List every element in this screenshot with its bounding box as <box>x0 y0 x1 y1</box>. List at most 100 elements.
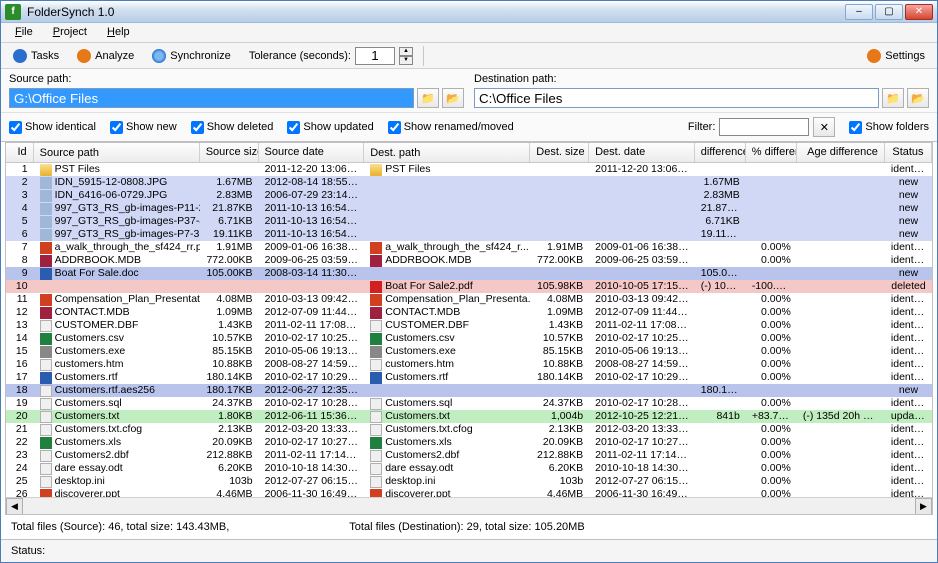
table-row[interactable]: 10Boat For Sale2.pdf105.98KB2010-10-05 1… <box>6 280 932 293</box>
menu-help[interactable]: Help <box>97 23 140 42</box>
table-row[interactable]: 21Customers.txt.cfog2.13KB2012-03-20 13:… <box>6 423 932 436</box>
file-icon <box>370 307 382 319</box>
file-icon <box>40 164 52 176</box>
maximize-button[interactable]: ▢ <box>875 4 903 20</box>
file-icon <box>40 242 52 254</box>
tolerance-input[interactable] <box>355 47 395 65</box>
show-identical-checkbox[interactable]: Show identical <box>9 121 96 134</box>
close-button[interactable]: ✕ <box>905 4 933 20</box>
tasks-button[interactable]: Tasks <box>7 47 65 65</box>
tolerance-spin-down[interactable]: ▼ <box>399 56 413 65</box>
dest-browse-button[interactable]: 📁 <box>882 88 904 108</box>
file-icon <box>40 177 52 189</box>
table-row[interactable]: 6997_GT3_RS_gb-images-P7-3.jpg19.11KB201… <box>6 228 932 241</box>
table-row[interactable]: 9Boat For Sale.doc105.00KB2008-03-14 11:… <box>6 267 932 280</box>
table-row[interactable]: 15Customers.exe85.15KB2010-05-06 19:13:3… <box>6 345 932 358</box>
menu-bar: File Project Help <box>1 23 937 43</box>
table-row[interactable]: 25desktop.ini103b2012-07-27 06:15:48desk… <box>6 475 932 488</box>
col-id[interactable]: Id <box>6 143 34 162</box>
file-icon <box>40 437 52 449</box>
file-icon <box>40 255 52 267</box>
table-row[interactable]: 19Customers.sql24.37KB2010-02-17 10:28:1… <box>6 397 932 410</box>
file-icon <box>40 320 52 332</box>
table-row[interactable]: 14Customers.csv10.57KB2010-02-17 10:25:0… <box>6 332 932 345</box>
filters-panel: Show identical Show new Show deleted Sho… <box>1 113 937 142</box>
col-source-size[interactable]: Source size <box>200 143 259 162</box>
source-browse-button[interactable]: 📁 <box>417 88 439 108</box>
col-status[interactable]: Status <box>885 143 932 162</box>
col-difference[interactable]: difference <box>695 143 746 162</box>
filter-clear-button[interactable]: ✕ <box>813 117 835 137</box>
scroll-track[interactable] <box>23 498 915 514</box>
file-icon <box>370 333 382 345</box>
col-dest-size[interactable]: Dest. size <box>530 143 589 162</box>
table-row[interactable]: 17Customers.rtf180.14KB2010-02-17 10:29:… <box>6 371 932 384</box>
dest-open-button[interactable]: 📂 <box>907 88 929 108</box>
file-icon <box>40 294 52 306</box>
settings-button[interactable]: Settings <box>861 47 931 65</box>
sync-icon <box>152 49 166 63</box>
table-row[interactable]: 3IDN_6416-06-0729.JPG2.83MB2006-07-29 23… <box>6 189 932 202</box>
file-icon <box>370 424 382 436</box>
table-row[interactable]: 5997_GT3_RS_gb-images-P37-4.jpg6.71KB201… <box>6 215 932 228</box>
col-dest-path[interactable]: Dest. path <box>364 143 530 162</box>
col-age-diff[interactable]: Age difference <box>797 143 885 162</box>
show-folders-checkbox[interactable]: Show folders <box>849 121 929 134</box>
file-icon <box>370 242 382 254</box>
table-row[interactable]: 11Compensation_Plan_Presentation...4.08M… <box>6 293 932 306</box>
grid-body[interactable]: 1PST Files2011-12-20 13:06:18PST Files20… <box>6 163 932 497</box>
show-updated-checkbox[interactable]: Show updated <box>287 121 373 134</box>
table-row[interactable]: 2IDN_5915-12-0808.JPG1.67MB2012-08-14 18… <box>6 176 932 189</box>
minimize-button[interactable]: – <box>845 4 873 20</box>
tolerance-label: Tolerance (seconds): <box>249 50 351 62</box>
show-renamed-checkbox[interactable]: Show renamed/moved <box>388 121 514 134</box>
scroll-right-button[interactable]: ▶ <box>915 498 932 515</box>
col-dest-date[interactable]: Dest. date <box>589 143 695 162</box>
settings-icon <box>867 49 881 63</box>
file-icon <box>40 268 52 280</box>
table-row[interactable]: 18Customers.rtf.aes256180.17KB2012-06-27… <box>6 384 932 397</box>
file-icon <box>370 320 382 332</box>
file-icon <box>40 372 52 384</box>
status-bar: Status: <box>1 539 937 562</box>
table-row[interactable]: 24dare essay.odt6.20KB2010-10-18 14:30:5… <box>6 462 932 475</box>
menu-project[interactable]: Project <box>43 23 97 42</box>
dest-path-input[interactable] <box>474 88 879 108</box>
table-row[interactable]: 8ADDRBOOK.MDB772.00KB2009-06-25 03:59:00… <box>6 254 932 267</box>
file-icon <box>40 190 52 202</box>
source-open-button[interactable]: 📂 <box>442 88 464 108</box>
file-icon <box>370 372 382 384</box>
file-icon <box>40 450 52 462</box>
synchronize-button[interactable]: Synchronize <box>146 47 237 65</box>
table-row[interactable]: 7a_walk_through_the_sf424_rr.ppt1.91MB20… <box>6 241 932 254</box>
show-deleted-checkbox[interactable]: Show deleted <box>191 121 274 134</box>
scroll-left-button[interactable]: ◀ <box>6 498 23 515</box>
show-new-checkbox[interactable]: Show new <box>110 121 177 134</box>
menu-file[interactable]: File <box>5 23 43 42</box>
col-source-date[interactable]: Source date <box>259 143 365 162</box>
filter-input[interactable] <box>719 118 809 136</box>
dest-path-label: Destination path: <box>474 73 929 85</box>
table-row[interactable]: 13CUSTOMER.DBF1.43KB2011-02-11 17:08:49C… <box>6 319 932 332</box>
file-icon <box>370 411 382 423</box>
table-row[interactable]: 12CONTACT.MDB1.09MB2012-07-09 11:44:29CO… <box>6 306 932 319</box>
analyze-button[interactable]: Analyze <box>71 47 140 65</box>
file-icon <box>40 203 52 215</box>
col-source-path[interactable]: Source path <box>34 143 200 162</box>
file-icon <box>40 411 52 423</box>
window-title: FolderSynch 1.0 <box>27 5 845 19</box>
table-row[interactable]: 22Customers.xls20.09KB2010-02-17 10:27:5… <box>6 436 932 449</box>
table-row[interactable]: 23Customers2.dbf212.88KB2011-02-11 17:14… <box>6 449 932 462</box>
tolerance-spin-up[interactable]: ▲ <box>399 47 413 56</box>
table-row[interactable]: 26discoverer.ppt4.46MB2006-11-30 16:49:5… <box>6 488 932 497</box>
table-row[interactable]: 16customers.htm10.88KB2008-08-27 14:59:2… <box>6 358 932 371</box>
titlebar[interactable]: f FolderSynch 1.0 – ▢ ✕ <box>1 1 937 23</box>
table-row[interactable]: 20Customers.txt1.80KB2012-06-11 15:36:02… <box>6 410 932 423</box>
table-row[interactable]: 1PST Files2011-12-20 13:06:18PST Files20… <box>6 163 932 176</box>
horizontal-scrollbar[interactable]: ◀ ▶ <box>6 497 932 514</box>
file-icon <box>370 164 382 176</box>
app-icon: f <box>5 4 21 20</box>
table-row[interactable]: 4997_GT3_RS_gb-images-P11-2.jpg21.87KB20… <box>6 202 932 215</box>
source-path-input[interactable] <box>9 88 414 108</box>
col-percent-diff[interactable]: % difference <box>746 143 797 162</box>
